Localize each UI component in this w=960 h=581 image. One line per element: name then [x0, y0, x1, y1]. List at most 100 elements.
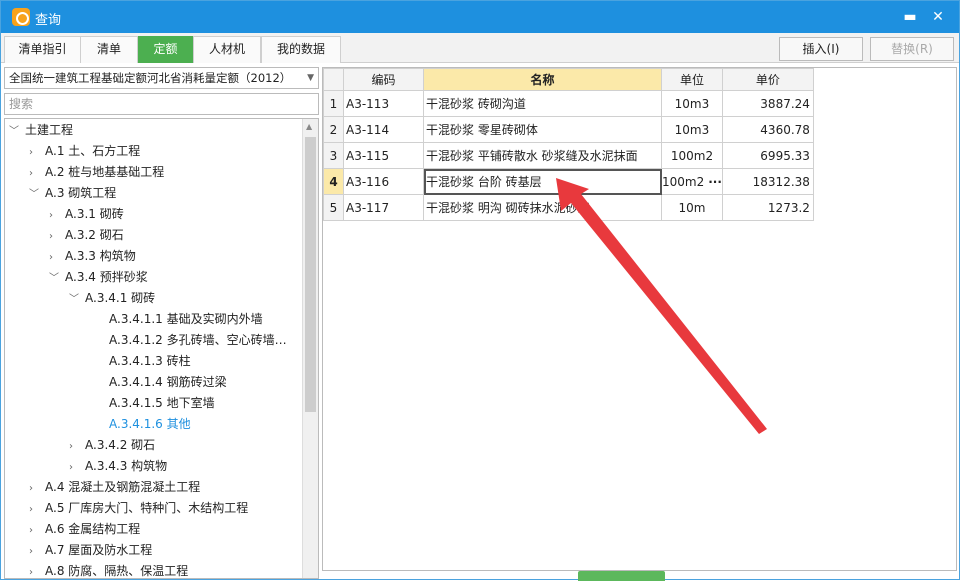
cell-unit[interactable]: 10m3: [661, 90, 723, 117]
minimize-icon[interactable]: ▬: [900, 7, 920, 27]
column-header-price[interactable]: 单价: [721, 68, 814, 91]
cell-name[interactable]: 干混砂浆 砖砌沟道: [423, 90, 662, 117]
window-title: 查询: [35, 13, 62, 28]
tab-quota[interactable]: 定额: [138, 36, 193, 63]
chevron-right-icon[interactable]: ›: [29, 562, 45, 578]
row-number: 5: [323, 194, 344, 221]
table-row[interactable]: 2 A3-114 干混砂浆 零星砖砌体 10m3 4360.78: [323, 116, 814, 143]
tab-my-data[interactable]: 我的数据: [261, 36, 341, 63]
tree-node[interactable]: › A.1 土、石方工程: [29, 141, 140, 162]
chevron-right-icon[interactable]: ›: [69, 436, 85, 457]
cell-code[interactable]: A3-113: [343, 90, 424, 117]
tree-leaf[interactable]: A.3.4.1.2 多孔砖墙、空心砖墙…: [109, 330, 287, 351]
cell-price[interactable]: 1273.2: [721, 194, 814, 221]
dropdown-arrow-icon[interactable]: ▼: [307, 68, 314, 88]
scroll-up-icon[interactable]: ▲: [306, 122, 312, 131]
query-dialog: 查询 ▬ ✕ 清单指引 清单 定额 人材机 我的数据 插入(I) 替换(R) 全…: [0, 0, 960, 581]
cell-unit[interactable]: 10m: [661, 194, 723, 221]
tree-node[interactable]: ﹀ 土建工程: [9, 120, 73, 141]
chevron-right-icon[interactable]: ›: [29, 142, 45, 163]
insert-button[interactable]: 插入(I): [779, 37, 863, 61]
cell-price[interactable]: 4360.78: [721, 116, 814, 143]
cell-name[interactable]: 干混砂浆 平铺砖散水 砂浆缝及水泥抹面: [423, 142, 662, 169]
tree-node[interactable]: ﹀ A.3 砌筑工程: [29, 183, 116, 204]
row-number: 3: [323, 142, 344, 169]
row-number: 4: [323, 168, 344, 195]
tree-node[interactable]: › A.5 厂库房大门、特种门、木结构工程: [29, 498, 248, 519]
chevron-right-icon[interactable]: ›: [49, 247, 65, 268]
tree-node[interactable]: › A.6 金属结构工程: [29, 519, 140, 540]
cell-name[interactable]: 干混砂浆 零星砖砌体: [423, 116, 662, 143]
chevron-right-icon[interactable]: ›: [29, 520, 45, 541]
tree-node[interactable]: › A.3.1 砌砖: [49, 204, 124, 225]
cell-unit[interactable]: 100m2: [661, 142, 723, 169]
chevron-right-icon[interactable]: ›: [29, 541, 45, 562]
table-header-row: 编码 名称 单位 单价: [323, 68, 814, 91]
tree-node[interactable]: ﹀ A.3.4 预拌砂浆: [49, 267, 148, 288]
cell-unit[interactable]: 100m2 ···: [661, 168, 723, 195]
chevron-down-icon[interactable]: ﹀: [9, 121, 25, 142]
chevron-right-icon[interactable]: ›: [49, 205, 65, 226]
chevron-down-icon[interactable]: ﹀: [49, 268, 65, 289]
tree-node[interactable]: › A.3.2 砌石: [49, 225, 124, 246]
cell-code[interactable]: A3-117: [343, 194, 424, 221]
cell-unit-value: 100m2: [662, 174, 705, 189]
tab-labor-material-machine[interactable]: 人材机: [193, 36, 261, 63]
quota-grid-panel: 编码 名称 单位 单价 1 A3-113 干混砂浆 砖砌沟道 10m3 3887…: [322, 67, 957, 571]
scrollbar-thumb[interactable]: [305, 137, 316, 412]
row-number: 1: [323, 90, 344, 117]
tree-leaf[interactable]: A.3.4.1.5 地下室墙: [109, 393, 215, 414]
tree-leaf-selected[interactable]: A.3.4.1.6 其他: [109, 414, 191, 435]
cell-code[interactable]: A3-114: [343, 116, 424, 143]
cell-unit[interactable]: 10m3: [661, 116, 723, 143]
more-options-icon[interactable]: ···: [708, 175, 721, 189]
tree-node[interactable]: ﹀ A.3.4.1 砌砖: [69, 288, 155, 309]
tree-node[interactable]: › A.8 防腐、隔热、保温工程: [29, 561, 188, 578]
tree-node[interactable]: › A.2 桩与地基基础工程: [29, 162, 164, 183]
library-select-value: 全国统一建筑工程基础定额河北省消耗量定额（2012）: [9, 71, 292, 85]
replace-button[interactable]: 替换(R): [870, 37, 954, 61]
tab-bar: 清单指引 清单 定额 人材机 我的数据 插入(I) 替换(R): [1, 33, 959, 63]
tab-list-guide[interactable]: 清单指引: [4, 36, 81, 63]
chevron-right-icon[interactable]: ›: [29, 499, 45, 520]
chevron-right-icon[interactable]: ›: [49, 226, 65, 247]
tab-list[interactable]: 清单: [80, 36, 138, 63]
tree-node[interactable]: › A.7 屋面及防水工程: [29, 540, 152, 561]
cell-price[interactable]: 18312.38: [721, 168, 814, 195]
library-select[interactable]: 全国统一建筑工程基础定额河北省消耗量定额（2012） ▼: [4, 67, 319, 89]
table-row[interactable]: 3 A3-115 干混砂浆 平铺砖散水 砂浆缝及水泥抹面 100m2 6995.…: [323, 142, 814, 169]
column-header-code[interactable]: 编码: [343, 68, 424, 91]
cell-code[interactable]: A3-115: [343, 142, 424, 169]
tree-scrollbar[interactable]: ▲: [302, 119, 318, 578]
chevron-right-icon[interactable]: ›: [29, 163, 45, 184]
tree-node[interactable]: › A.4 混凝土及钢筋混凝土工程: [29, 477, 200, 498]
row-number: 2: [323, 116, 344, 143]
tree-node[interactable]: › A.3.4.3 构筑物: [69, 456, 167, 477]
tree-leaf[interactable]: A.3.4.1.3 砖柱: [109, 351, 191, 372]
chevron-down-icon[interactable]: ﹀: [69, 289, 85, 310]
chevron-right-icon[interactable]: ›: [69, 457, 85, 478]
tree-leaf[interactable]: A.3.4.1.4 钢筋砖过梁: [109, 372, 227, 393]
left-panel: 全国统一建筑工程基础定额河北省消耗量定额（2012） ▼ 搜索 ﹀ 土建工程 › A…: [4, 65, 319, 579]
search-input[interactable]: 搜索: [4, 93, 319, 115]
column-header-name[interactable]: 名称: [423, 68, 662, 91]
tree-node[interactable]: › A.3.4.2 砌石: [69, 435, 155, 456]
cell-code[interactable]: A3-116: [343, 168, 424, 195]
title-bar: 查询 ▬ ✕: [1, 1, 959, 33]
cell-price[interactable]: 6995.33: [721, 142, 814, 169]
cell-name[interactable]: 干混砂浆 明沟 砌砖抹水泥砂浆: [423, 194, 662, 221]
tree-node[interactable]: › A.3.3 构筑物: [49, 246, 136, 267]
tree-leaf[interactable]: A.3.4.1.1 基础及实砌内外墙: [109, 309, 263, 330]
app-logo-icon: [12, 8, 30, 26]
chevron-down-icon[interactable]: ﹀: [29, 184, 45, 205]
close-icon[interactable]: ✕: [928, 7, 948, 27]
column-header-unit[interactable]: 单位: [661, 68, 723, 91]
cell-name-focused[interactable]: 干混砂浆 台阶 砖基层: [423, 168, 662, 195]
cell-price[interactable]: 3887.24: [721, 90, 814, 117]
table-row-current[interactable]: 4 A3-116 干混砂浆 台阶 砖基层 100m2 ··· 18312.38: [323, 168, 814, 195]
quota-tree: ﹀ 土建工程 › A.1 土、石方工程 › A.2 桩与地基基础工程 ﹀ A.3 砌筑工…: [4, 118, 319, 579]
chevron-right-icon[interactable]: ›: [29, 478, 45, 499]
table-row[interactable]: 5 A3-117 干混砂浆 明沟 砌砖抹水泥砂浆 10m 1273.2: [323, 194, 814, 221]
table-row[interactable]: 1 A3-113 干混砂浆 砖砌沟道 10m3 3887.24: [323, 90, 814, 117]
quota-table: 编码 名称 单位 单价 1 A3-113 干混砂浆 砖砌沟道 10m3 3887…: [323, 68, 814, 221]
